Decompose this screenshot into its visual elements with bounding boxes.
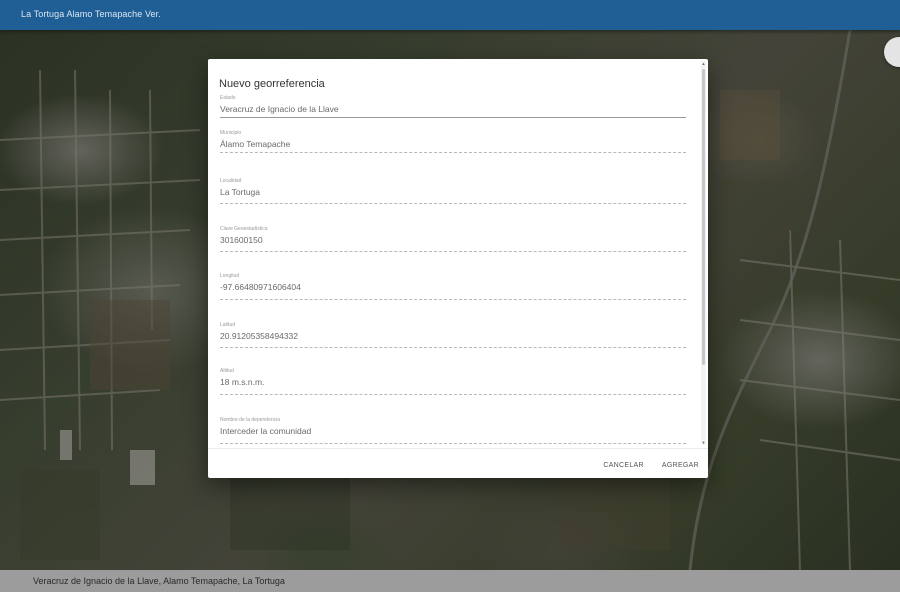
field-underline [220, 203, 686, 204]
field-underline [220, 152, 686, 153]
app-bar: La Tortuga Alamo Temapache Ver. [0, 0, 900, 30]
field-localidad[interactable]: Localidad La Tortuga [220, 178, 686, 204]
field-label: Altitud [220, 368, 234, 374]
field-value: Interceder la comunidad [220, 426, 312, 436]
location-status-bar: Veracruz de Ignacio de la Llave, Alamo T… [0, 570, 900, 592]
app-root: La Tortuga Alamo Temapache Ver. Veracruz… [0, 0, 900, 592]
field-value: 18 m.s.n.m. [220, 377, 265, 387]
dialog-scrollbar[interactable]: ▲ ▼ [701, 61, 706, 445]
field-value: Álamo Temapache [220, 139, 291, 149]
dialog-actions: CANCELAR AGREGAR [603, 459, 699, 471]
field-underline [220, 443, 686, 444]
add-button[interactable]: AGREGAR [662, 459, 699, 471]
new-georeference-dialog: Nuevo georreferencia Estado Veracruz de … [208, 59, 708, 478]
field-clave-geoestadistica[interactable]: Clave Geoestadística 301600150 [220, 226, 686, 252]
field-label: Longitud [220, 273, 240, 279]
field-label: Latitud [220, 322, 236, 328]
scroll-down-arrow-icon[interactable]: ▼ [701, 440, 706, 445]
field-value: 301600150 [220, 235, 263, 245]
field-municipio[interactable]: Municipio Álamo Temapache [220, 130, 686, 153]
field-underline [220, 299, 686, 300]
app-title: La Tortuga Alamo Temapache Ver. [21, 9, 161, 19]
field-underline [220, 251, 686, 252]
field-underline [220, 117, 686, 118]
field-value: Veracruz de Ignacio de la Llave [220, 104, 339, 114]
field-value: La Tortuga [220, 187, 261, 197]
field-longitud[interactable]: Longitud -97.66480971606404 [220, 273, 686, 300]
field-estado[interactable]: Estado Veracruz de Ignacio de la Llave [220, 95, 686, 118]
field-value: -97.66480971606404 [220, 282, 301, 292]
field-label: Estado [220, 95, 236, 101]
field-label: Clave Geoestadística [220, 226, 268, 232]
dialog-title: Nuevo georreferencia [219, 78, 325, 90]
field-label: Nombre de la dependencia [220, 417, 281, 423]
field-label: Municipio [220, 130, 242, 136]
field-label: Localidad [220, 178, 242, 184]
scroll-thumb[interactable] [702, 69, 705, 365]
scroll-up-arrow-icon[interactable]: ▲ [701, 61, 706, 66]
cancel-button[interactable]: CANCELAR [603, 459, 644, 471]
field-underline [220, 347, 686, 348]
field-latitud[interactable]: Latitud 20.91205358494332 [220, 322, 686, 348]
field-value: 20.91205358494332 [220, 331, 298, 341]
dialog-form: Estado Veracruz de Ignacio de la Llave M… [208, 95, 708, 447]
field-underline [220, 394, 686, 395]
field-dependencia[interactable]: Nombre de la dependencia Interceder la c… [220, 417, 686, 444]
field-altitud[interactable]: Altitud 18 m.s.n.m. [220, 368, 686, 395]
location-status-text: Veracruz de Ignacio de la Llave, Alamo T… [33, 576, 285, 586]
dialog-divider [208, 448, 708, 449]
